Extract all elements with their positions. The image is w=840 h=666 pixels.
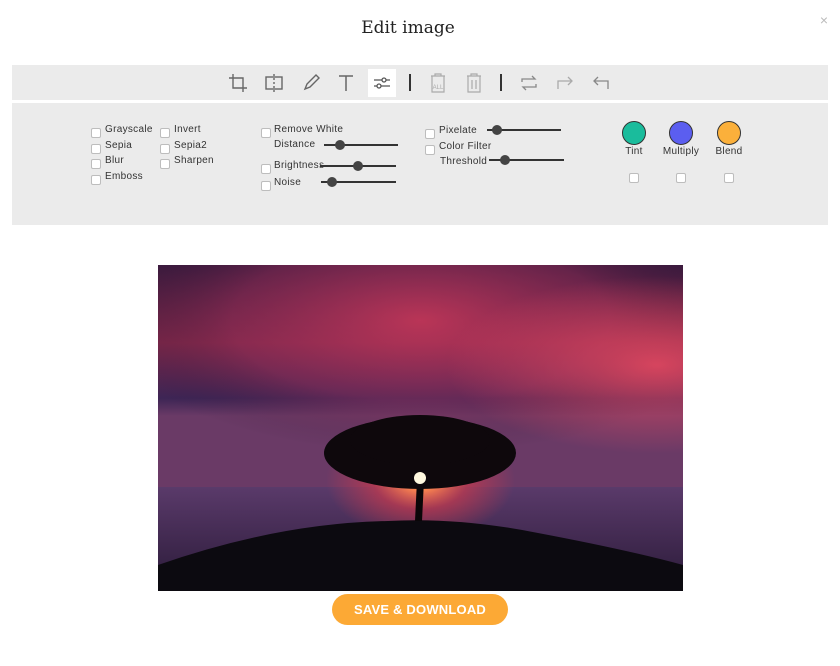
- dialog-title: Edit image: [361, 18, 455, 38]
- edited-image: [158, 265, 683, 591]
- noise-slider-thumb[interactable]: [327, 177, 338, 187]
- filters-icon[interactable]: [368, 69, 396, 97]
- save-download-button[interactable]: SAVE & DOWNLOAD: [332, 594, 508, 625]
- grayscale-checkbox[interactable]: [91, 128, 101, 138]
- grayscale-label: Grayscale: [105, 124, 153, 135]
- svg-text:ALL: ALL: [433, 85, 444, 91]
- pixelate-slider[interactable]: [487, 125, 561, 135]
- sharpen-label: Sharpen: [174, 155, 214, 166]
- close-icon[interactable]: ×: [820, 12, 828, 28]
- brightness-label: Brightness: [274, 160, 325, 171]
- tint-label: Tint: [625, 146, 643, 157]
- sepia-label: Sepia: [105, 140, 133, 151]
- noise-label: Noise: [274, 177, 302, 188]
- undo-icon[interactable]: [587, 69, 615, 97]
- distance-slider-thumb[interactable]: [335, 140, 346, 150]
- brightness-slider[interactable]: [320, 161, 396, 171]
- crop-icon[interactable]: [224, 69, 252, 97]
- pixelate-slider-thumb[interactable]: [491, 125, 502, 135]
- pencil-icon[interactable]: [297, 69, 325, 97]
- text-icon[interactable]: [332, 69, 360, 97]
- blend-checkbox[interactable]: [724, 173, 734, 183]
- threshold-slider-thumb[interactable]: [499, 155, 510, 165]
- trash-icon[interactable]: [460, 69, 488, 97]
- brightness-slider-thumb[interactable]: [353, 161, 363, 171]
- brightness-checkbox[interactable]: [261, 164, 271, 174]
- color-filter-label: Color Filter: [439, 141, 492, 152]
- threshold-slider[interactable]: [489, 155, 564, 165]
- remove-white-checkbox[interactable]: [261, 128, 271, 138]
- filters-panel: [12, 103, 828, 225]
- remove-white-label: Remove White: [274, 124, 344, 135]
- noise-slider[interactable]: [321, 177, 396, 187]
- multiply-color-swatch[interactable]: [669, 121, 693, 145]
- flip-icon[interactable]: [260, 69, 288, 97]
- invert-label: Invert: [174, 124, 201, 135]
- invert-checkbox[interactable]: [160, 128, 170, 138]
- multiply-label: Multiply: [662, 146, 700, 157]
- threshold-label: Threshold: [440, 156, 488, 167]
- sepia2-label: Sepia2: [174, 140, 207, 151]
- multiply-checkbox[interactable]: [676, 173, 686, 183]
- tint-color-swatch[interactable]: [622, 121, 646, 145]
- editor-toolbar: ALL: [12, 65, 828, 100]
- blend-label: Blend: [715, 146, 743, 157]
- delete-all-icon[interactable]: ALL: [424, 69, 452, 97]
- emboss-checkbox[interactable]: [91, 175, 101, 185]
- sepia2-checkbox[interactable]: [160, 144, 170, 154]
- blur-label: Blur: [105, 155, 124, 166]
- sharpen-checkbox[interactable]: [160, 159, 170, 169]
- emboss-label: Emboss: [105, 171, 143, 182]
- sepia-checkbox[interactable]: [91, 144, 101, 154]
- blur-checkbox[interactable]: [91, 159, 101, 169]
- repeat-icon[interactable]: [515, 69, 543, 97]
- color-filter-checkbox[interactable]: [425, 145, 435, 155]
- toolbar-divider: [500, 74, 502, 91]
- blend-color-swatch[interactable]: [717, 121, 741, 145]
- distance-slider[interactable]: [324, 140, 398, 150]
- redo-icon[interactable]: [551, 69, 579, 97]
- toolbar-divider: [409, 74, 411, 91]
- distance-label: Distance: [274, 139, 316, 150]
- noise-checkbox[interactable]: [261, 181, 271, 191]
- pixelate-checkbox[interactable]: [425, 129, 435, 139]
- tint-checkbox[interactable]: [629, 173, 639, 183]
- pixelate-label: Pixelate: [439, 125, 477, 136]
